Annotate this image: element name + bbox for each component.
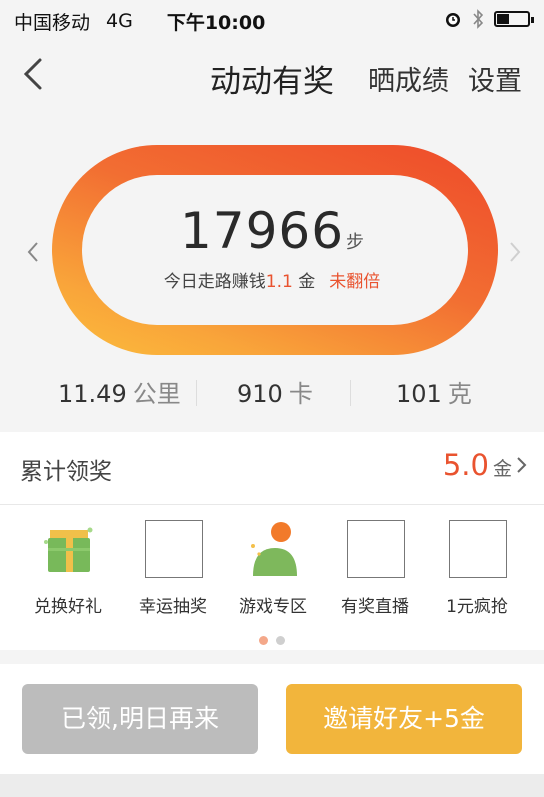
calories-unit: 卡	[288, 380, 313, 408]
rewards-unit: 金	[492, 458, 512, 480]
battery-icon	[494, 11, 534, 27]
page-title: 动动有奖	[210, 64, 334, 100]
step-summary: 17966 步 今日走路赚钱1.1 金未翻倍 11.49 公里 910 卡 101 克	[0, 112, 544, 434]
status-bar: ●●●○○ 中国移动 4G 下午10:00	[0, 0, 544, 217]
step-unit: 步	[346, 232, 365, 253]
game-avatar-icon	[251, 522, 297, 576]
earnings-prefix: 今日走路赚钱	[163, 272, 266, 292]
coins-unit: 金	[292, 272, 316, 292]
coins-earned: 1.1	[265, 272, 293, 292]
invite-friends-button[interactable]: 邀请好友+5金	[286, 684, 522, 754]
distance-stat: 11.49 公里	[58, 374, 181, 409]
page-dot[interactable]	[276, 636, 285, 645]
feature-grid: 兑换好礼 幸运抽奖 游戏专区 有奖直播 1元疯抢	[0, 520, 544, 620]
action-bar: 已领,明日再来 邀请好友+5金	[0, 664, 544, 774]
share-score-button[interactable]: 晒成绩	[368, 59, 449, 98]
grid-item-label: 1元疯抢	[446, 597, 508, 617]
rewards-card: 累计领奖 5.0 金 兑换好礼 幸运抽奖 游戏专区 有奖直播 1元疯抢	[0, 432, 544, 650]
grid-item-live[interactable]: 有奖直播	[325, 520, 425, 620]
chevron-right-icon	[517, 457, 527, 473]
step-number: 17966	[179, 202, 345, 260]
gift-icon	[44, 527, 93, 572]
page-dot-active[interactable]	[259, 636, 268, 645]
back-arrow-icon[interactable]	[20, 54, 50, 94]
distance-value: 11.49	[58, 380, 127, 408]
calories-stat: 910 卡	[237, 374, 313, 409]
grid-item-flash-sale[interactable]: 1元疯抢	[427, 520, 527, 620]
stats-row: 11.49 公里 910 卡 101 克	[0, 374, 544, 414]
grid-item-lucky-draw[interactable]: 幸运抽奖	[123, 520, 223, 620]
double-status: 未翻倍	[329, 272, 381, 292]
bluetooth-icon	[473, 9, 484, 29]
fat-value: 101	[396, 380, 442, 408]
placeholder-icon	[347, 520, 405, 578]
page-indicator	[0, 630, 544, 649]
claimed-button[interactable]: 已领,明日再来	[22, 684, 258, 754]
fat-unit: 克	[447, 380, 472, 408]
alarm-icon	[446, 13, 460, 27]
grid-item-label: 兑换好礼	[34, 597, 102, 617]
grid-item-redeem-gifts[interactable]: 兑换好礼	[18, 520, 118, 620]
carrier-name: 中国移动	[14, 11, 91, 34]
bottom-divider	[0, 774, 544, 797]
clock: 下午10:00	[166, 11, 266, 34]
nav-bar: 动动有奖 晒成绩 设置	[0, 42, 544, 112]
cumulative-rewards-row[interactable]: 累计领奖 5.0 金	[0, 432, 544, 505]
placeholder-icon	[145, 520, 203, 578]
rewards-amount: 5.0	[442, 448, 489, 482]
cumulative-rewards-label: 累计领奖	[20, 459, 112, 485]
network-type: 4G	[106, 10, 133, 32]
distance-unit: 公里	[132, 380, 181, 408]
calories-value: 910	[237, 380, 283, 408]
step-count: 17966 步	[0, 202, 544, 260]
fat-stat: 101 克	[396, 374, 472, 409]
grid-item-games[interactable]: 游戏专区	[223, 520, 323, 620]
placeholder-icon	[449, 520, 507, 578]
earnings-line: 今日走路赚钱1.1 金未翻倍	[0, 267, 544, 292]
settings-button[interactable]: 设置	[468, 59, 522, 98]
